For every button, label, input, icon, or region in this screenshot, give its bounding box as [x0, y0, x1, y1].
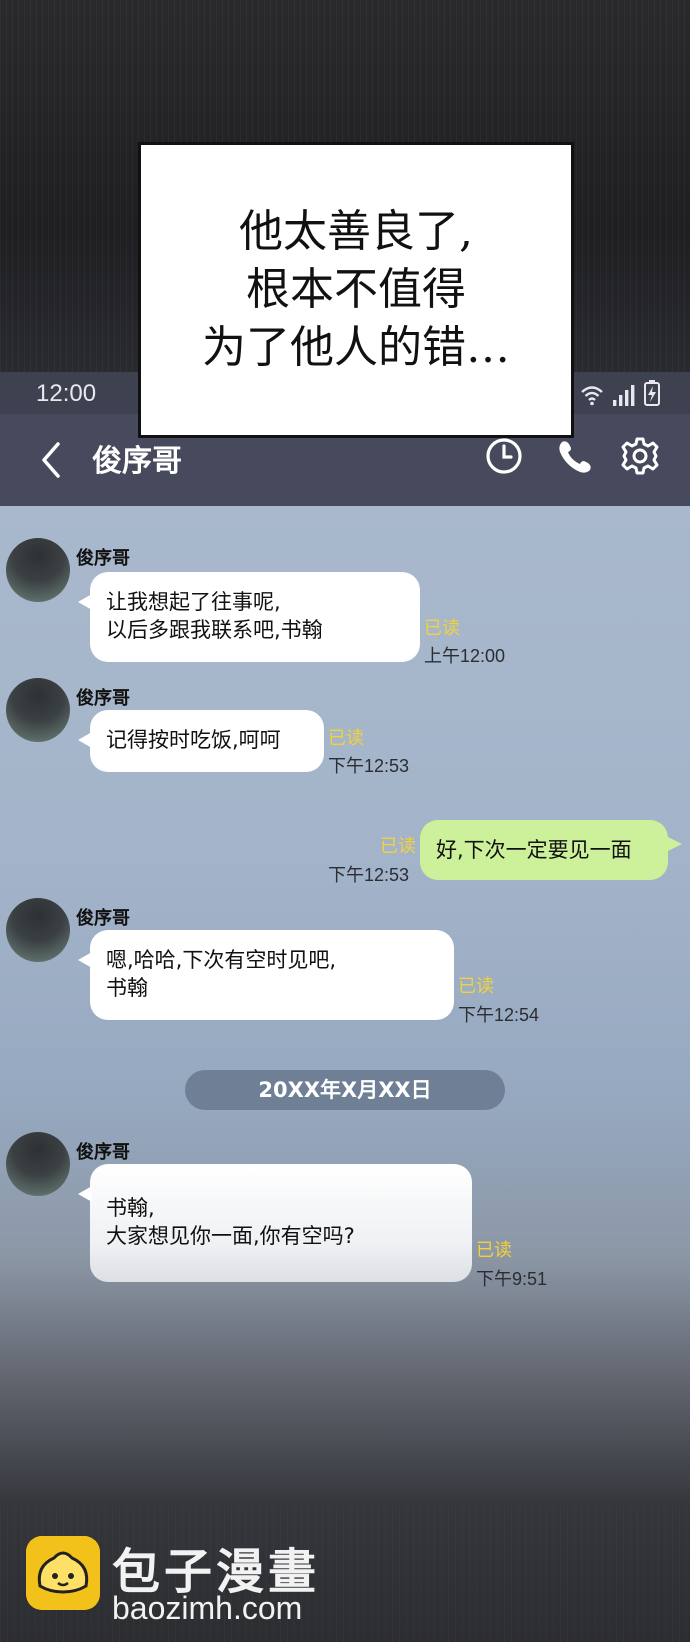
read-label: 已读 — [424, 618, 460, 639]
chevron-left-icon[interactable] — [36, 438, 66, 482]
avatar[interactable] — [6, 898, 70, 962]
message-line: 大家想见你一面,你有空吗? — [106, 1224, 355, 1248]
read-label: 已读 — [328, 728, 364, 749]
message-line: 嗯,哈哈,下次有空时见吧, — [106, 948, 337, 972]
avatar[interactable] — [6, 1132, 70, 1196]
message-time: 下午12:54 — [458, 1005, 540, 1025]
message-line: 书翰 — [106, 976, 148, 1000]
message-line: 好,下次一定要见一面 — [436, 838, 632, 862]
message-bubble[interactable]: 书翰, 大家想见你一面,你有空吗? — [78, 1164, 472, 1282]
caption-line: 为了他人的错… — [202, 322, 510, 373]
avatar[interactable] — [6, 538, 70, 602]
message-bubble[interactable]: 记得按时吃饭,呵呵 — [78, 710, 324, 772]
message-time: 上午12:00 — [424, 646, 506, 666]
battery-icon — [644, 380, 660, 406]
chat-title: 俊序哥 — [92, 444, 182, 479]
watermark-url: baozimh.com — [112, 1590, 303, 1626]
caption-line: 他太善良了, — [239, 206, 473, 257]
signal-icon — [613, 385, 635, 406]
read-label: 已读 — [380, 836, 416, 857]
read-label: 已读 — [476, 1240, 512, 1261]
clock-icon[interactable] — [484, 436, 524, 476]
status-time: 12:00 — [36, 380, 97, 407]
phone-icon[interactable] — [556, 436, 596, 476]
message-line: 以后多跟我联系吧,书翰 — [106, 618, 323, 642]
caption-box: 他太善良了, 根本不值得 为了他人的错… — [138, 142, 574, 438]
message-time: 下午12:53 — [328, 756, 410, 776]
wifi-icon — [581, 386, 603, 406]
message-line: 书翰, — [106, 1196, 155, 1220]
status-icons — [580, 380, 660, 406]
message-time: 下午9:51 — [476, 1269, 548, 1289]
message-line: 记得按时吃饭,呵呵 — [106, 728, 281, 752]
message-bubble[interactable]: 嗯,哈哈,下次有空时见吧, 书翰 — [78, 930, 454, 1020]
sender-name: 俊序哥 — [76, 688, 130, 709]
message-line: 让我想起了往事呢, — [106, 590, 281, 614]
bun-logo-icon — [26, 1536, 100, 1610]
message-time: 下午12:53 — [328, 865, 410, 885]
sender-name: 俊序哥 — [76, 908, 130, 929]
avatar[interactable] — [6, 678, 70, 742]
caption-line: 根本不值得 — [246, 264, 466, 315]
date-divider: 20XX年X月XX日 — [185, 1070, 505, 1110]
read-label: 已读 — [458, 976, 494, 997]
gear-icon[interactable] — [620, 436, 660, 476]
my-message-bubble[interactable]: 好,下次一定要见一面 — [420, 820, 682, 880]
watermark-bar: 包子漫畫 baozimh.com — [0, 1506, 690, 1642]
message-bubble[interactable]: 让我想起了往事呢, 以后多跟我联系吧,书翰 — [78, 572, 420, 662]
sender-name: 俊序哥 — [76, 1142, 130, 1163]
sender-name: 俊序哥 — [76, 548, 130, 569]
